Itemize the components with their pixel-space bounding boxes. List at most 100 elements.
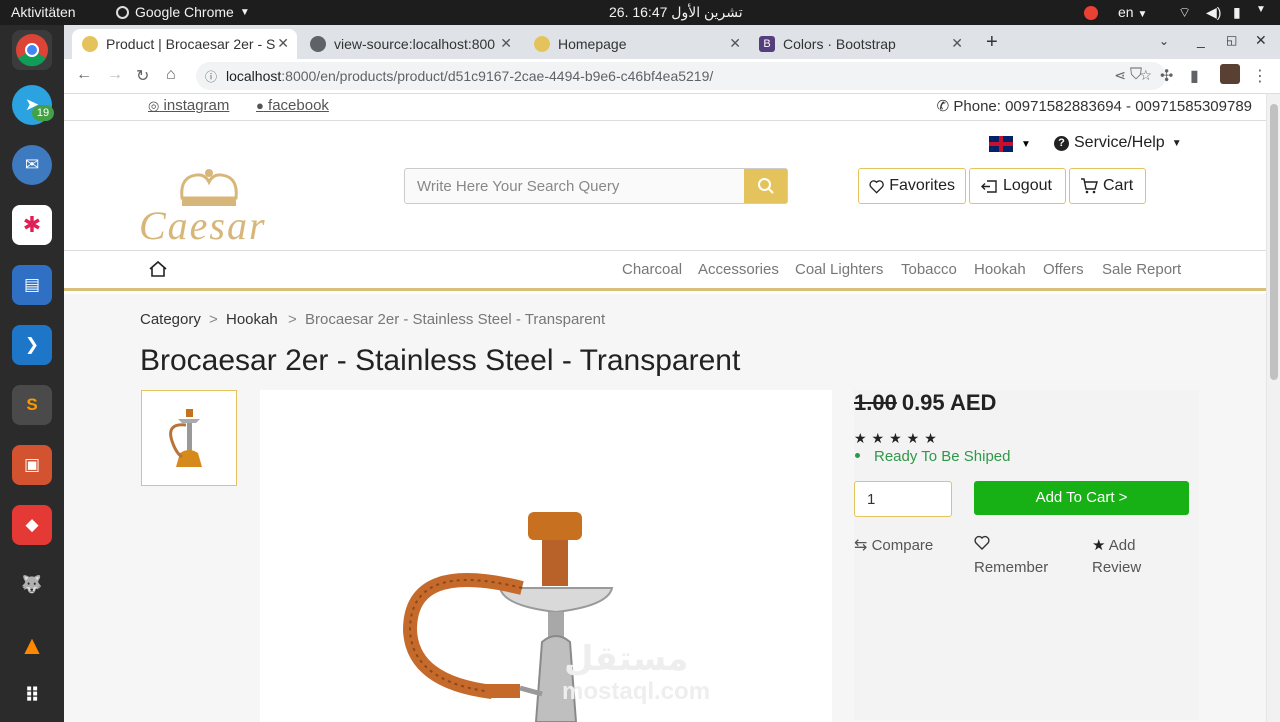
heart-icon xyxy=(974,535,990,550)
chevron-down-icon: ▼ xyxy=(239,6,250,18)
instagram-label: instagram xyxy=(163,97,230,114)
menu-dots-icon[interactable]: ⋮ xyxy=(1252,66,1268,86)
close-icon[interactable]: ✕ xyxy=(277,35,289,52)
writer-icon[interactable]: ▤ xyxy=(12,265,52,305)
old-price: 1.00 xyxy=(854,390,897,415)
chevron-down-icon: ▼ xyxy=(1137,9,1148,20)
system-menu-icon[interactable]: ▼ xyxy=(1256,4,1266,15)
add-to-cart-button[interactable]: Add To Cart > xyxy=(974,481,1189,515)
breadcrumb-current: Brocaesar 2er - Stainless Steel - Transp… xyxy=(305,311,606,328)
activities-button[interactable]: Aktivitäten xyxy=(11,4,76,20)
crown-favicon-icon xyxy=(82,36,98,52)
clock[interactable]: 26. تشرين الأول 16:47 xyxy=(609,4,743,21)
nav-offers[interactable]: Offers xyxy=(1043,261,1084,278)
shield-extension-icon[interactable]: ⛉ xyxy=(1130,66,1142,84)
uk-flag-icon xyxy=(989,136,1013,152)
product-info-panel: 1.00 0.95 AED ★★★★★ Ready To Be Shiped 1 … xyxy=(854,390,1199,720)
nav-coal-lighters[interactable]: Coal Lighters xyxy=(795,261,883,278)
quantity-input[interactable]: 1 xyxy=(854,481,952,517)
nav-tobacco[interactable]: Tobacco xyxy=(901,261,957,278)
tab-bootstrap[interactable]: B Colors · Bootstrap ✕ xyxy=(749,29,971,59)
reload-button[interactable]: ↻ xyxy=(136,66,149,86)
nav-sale-report[interactable]: Sale Report xyxy=(1102,261,1181,278)
close-icon[interactable]: ✕ xyxy=(729,35,741,52)
favorites-button[interactable]: Favorites xyxy=(858,168,966,204)
cart-label: Cart xyxy=(1103,177,1134,194)
product-main-image[interactable] xyxy=(260,390,832,722)
breadcrumb-category[interactable]: Category xyxy=(140,311,201,328)
notification-icon[interactable] xyxy=(1084,6,1098,20)
home-nav-icon[interactable] xyxy=(148,260,168,283)
facebook-label: facebook xyxy=(268,97,329,114)
vscode-icon[interactable]: ❯ xyxy=(12,325,52,365)
search-button[interactable] xyxy=(744,169,787,203)
nav-accessories[interactable]: Accessories xyxy=(698,261,779,278)
vlc-icon[interactable]: ▲ xyxy=(12,625,52,665)
thunderbird-icon[interactable]: ✉ xyxy=(12,145,52,185)
language-selector[interactable]: ▼ xyxy=(989,136,1031,152)
share-icon[interactable]: ⋖ xyxy=(1114,67,1126,84)
sublime-icon[interactable]: S xyxy=(12,385,52,425)
breadcrumb-separator: > xyxy=(288,311,297,328)
search-input[interactable]: Write Here Your Search Query xyxy=(405,169,744,203)
watermark-url: mostaql.com xyxy=(562,678,711,705)
tab-view-source[interactable]: view-source:localhost:800 ✕ xyxy=(300,29,520,59)
facebook-icon: ● xyxy=(256,98,264,113)
tab-product[interactable]: Product | Brocaesar 2er - S ✕ xyxy=(72,29,297,59)
app-menu[interactable]: Google Chrome ▼ xyxy=(116,4,250,20)
instagram-link[interactable]: ◎ instagram xyxy=(148,97,229,114)
gimp-icon[interactable]: 🐺 xyxy=(12,565,52,605)
close-icon[interactable]: ✕ xyxy=(951,35,963,52)
compare-button[interactable]: ⇆ Compare xyxy=(854,535,933,557)
info-icon: ⓘ xyxy=(205,70,218,84)
home-button[interactable]: ⌂ xyxy=(166,66,176,84)
favorites-label: Favorites xyxy=(889,177,955,194)
window-close-button[interactable]: ✕ xyxy=(1255,32,1267,49)
nav-hookah[interactable]: Hookah xyxy=(974,261,1026,278)
minimize-button[interactable]: _ xyxy=(1197,32,1205,48)
remember-button[interactable]: Remember xyxy=(974,535,1048,579)
battery-icon[interactable]: ▮ xyxy=(1233,4,1241,21)
breadcrumb-hookah[interactable]: Hookah xyxy=(226,311,278,328)
apps-grid-icon[interactable]: ⠿ xyxy=(12,675,52,715)
tab-search-icon[interactable]: ⌄ xyxy=(1159,34,1169,48)
logout-button[interactable]: Logout xyxy=(969,168,1066,204)
stock-status: Ready To Be Shiped xyxy=(854,448,1011,465)
facebook-link[interactable]: ● facebook xyxy=(256,97,329,114)
globe-icon xyxy=(310,36,326,52)
maximize-button[interactable]: ◱ xyxy=(1226,33,1237,47)
close-icon[interactable]: ✕ xyxy=(500,35,512,52)
sidepanel-icon[interactable]: ▮ xyxy=(1190,66,1199,86)
product-thumbnail[interactable] xyxy=(141,390,237,486)
dock: ➤ 19 ✉ ✱ ▤ ❯ S ▣ ◆ 🐺 ▲ ⠿ xyxy=(0,25,64,722)
scrollbar-thumb[interactable] xyxy=(1270,104,1278,380)
hookah-thumbnail-image xyxy=(169,409,202,467)
compare-label: Compare xyxy=(871,537,934,554)
impress-icon[interactable]: ▣ xyxy=(12,445,52,485)
new-tab-button[interactable]: + xyxy=(986,31,998,54)
forward-button[interactable]: → xyxy=(107,66,123,84)
add-review-button[interactable]: ★ Add Review xyxy=(1092,535,1141,579)
back-button[interactable]: ← xyxy=(76,66,92,84)
cart-button[interactable]: Cart xyxy=(1069,168,1146,204)
search-bar: Write Here Your Search Query xyxy=(404,168,788,204)
service-help-dropdown[interactable]: ? Service/Help ▼ xyxy=(1054,134,1182,152)
address-bar[interactable]: ⓘ localhost:8000/en/products/product/d51… xyxy=(196,62,1166,90)
chrome-icon[interactable] xyxy=(12,30,52,70)
cart-icon xyxy=(1081,178,1098,194)
url-path: :8000/en/products/product/d51c9167-2cae-… xyxy=(281,68,714,84)
phone-label: Phone: 00971582883694 - 00971585309789 xyxy=(953,98,1252,115)
crown-favicon-icon xyxy=(534,36,550,52)
extensions-icon[interactable]: ✣ xyxy=(1160,66,1173,86)
nav-charcoal[interactable]: Charcoal xyxy=(622,261,682,278)
chevron-down-icon: ▼ xyxy=(1021,138,1031,150)
profile-avatar[interactable] xyxy=(1220,64,1240,84)
page-scrollbar[interactable] xyxy=(1266,94,1280,722)
slack-icon[interactable]: ✱ xyxy=(12,205,52,245)
volume-icon[interactable]: ◀) xyxy=(1206,4,1221,21)
language-indicator[interactable]: en ▼ xyxy=(1118,4,1147,20)
anydesk-icon[interactable]: ◆ xyxy=(12,505,52,545)
wifi-icon[interactable]: ⌔ xyxy=(1178,4,1191,22)
site-logo[interactable]: Caesar xyxy=(139,202,267,249)
tab-homepage[interactable]: Homepage ✕ xyxy=(524,29,749,59)
